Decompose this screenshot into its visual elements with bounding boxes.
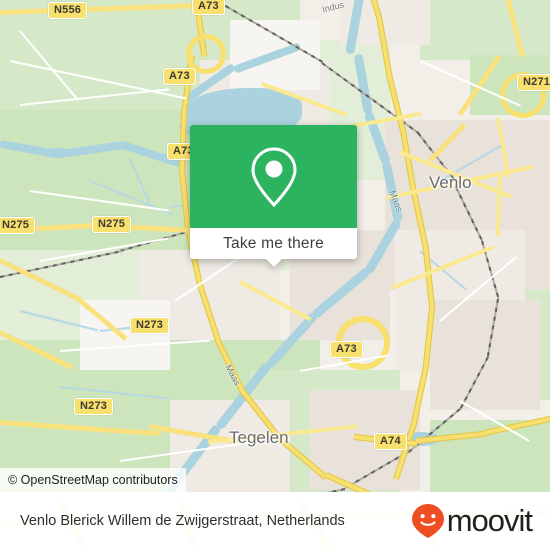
card-action-area[interactable]: Take me there [190, 228, 357, 267]
osm-attribution-text: © OpenStreetMap contributors [8, 473, 178, 487]
moovit-wordmark: moovit [446, 503, 533, 538]
road-shield-a73: A73 [330, 341, 363, 358]
water-body [44, 148, 70, 158]
take-me-there-card[interactable]: Take me there [190, 125, 357, 267]
landcover-green [420, 0, 550, 60]
road-shield-n556: N556 [48, 2, 88, 19]
location-pin-icon [250, 146, 297, 207]
osm-attribution[interactable]: © OpenStreetMap contributors [0, 468, 186, 492]
moovit-smiley-pin-icon [411, 504, 444, 538]
road-shield-a74: A74 [374, 433, 407, 450]
map-page: Venlo Tegelen Maas Maas Indus N556 A73 A… [0, 0, 550, 550]
road-shield-n275: N275 [0, 217, 36, 234]
road-shield-n273: N273 [130, 317, 170, 334]
location-title: Venlo Blerick Willem de Zwijgerstraat, N… [20, 513, 345, 529]
moovit-logo[interactable]: moovit [411, 503, 533, 539]
road-shield-n275: N275 [92, 216, 132, 233]
take-me-there-label: Take me there [223, 234, 324, 252]
card-pointer [264, 258, 283, 267]
card-pin-area [190, 125, 357, 228]
place-label-venlo: Venlo [429, 173, 472, 192]
road-shield-n273: N273 [74, 398, 114, 415]
road-shield-a73: A73 [192, 0, 225, 15]
place-label-tegelen: Tegelen [229, 428, 289, 447]
footer-bar: Venlo Blerick Willem de Zwijgerstraat, N… [0, 492, 550, 550]
road-shield-n271: N271 [517, 74, 550, 91]
road-shield-a73: A73 [163, 68, 196, 85]
